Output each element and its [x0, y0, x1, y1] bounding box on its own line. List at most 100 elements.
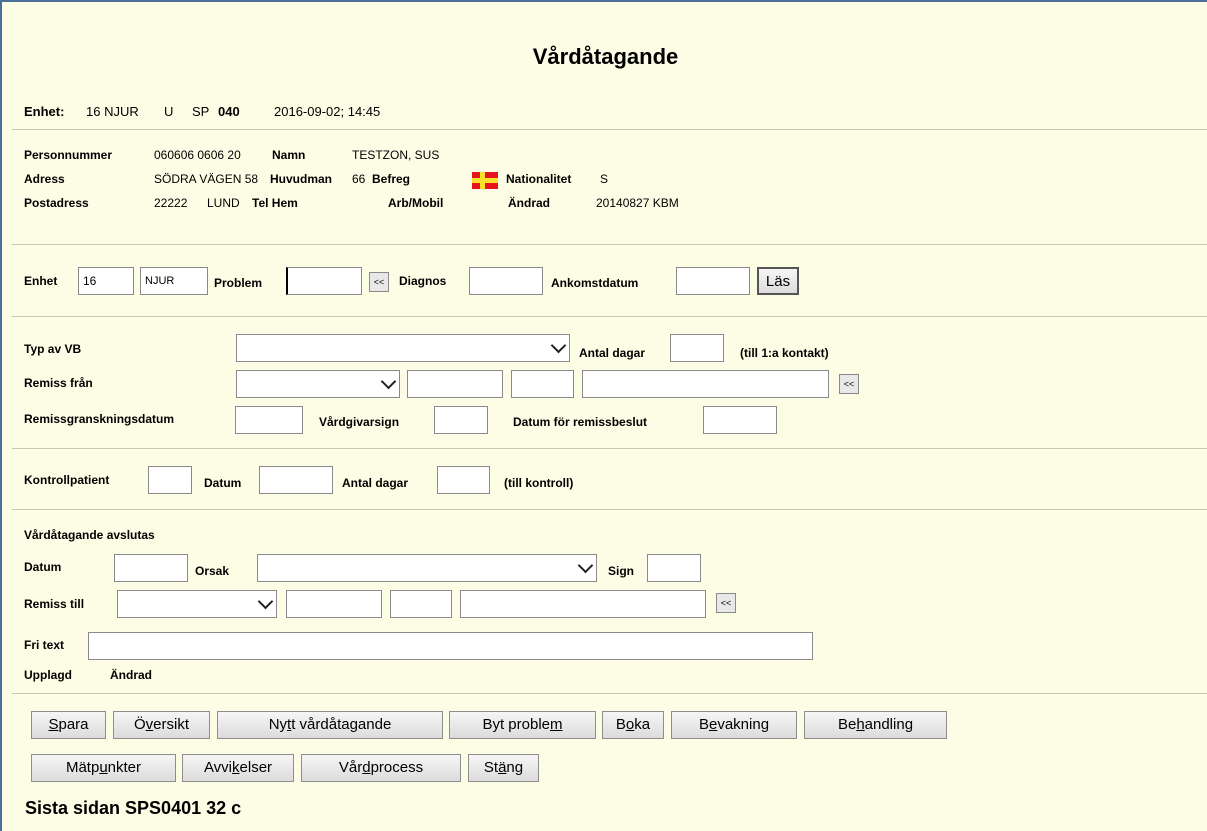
remiss-till-select[interactable]: [117, 590, 277, 618]
header-sp-label: SP: [192, 104, 210, 119]
vardgivarsign-label: Vårdgivarsign: [319, 415, 400, 429]
kontrollpatient-input[interactable]: [148, 466, 192, 494]
ort-value: LUND: [207, 196, 240, 210]
till-kontroll-text: (till kontroll): [504, 476, 574, 490]
remiss-till-label: Remiss till: [24, 597, 85, 611]
avslut-heading: Vårdåtagande avslutas: [24, 528, 155, 542]
remissbeslut-input[interactable]: [703, 406, 777, 434]
remiss-fran-back-button[interactable]: <<: [839, 374, 859, 394]
orsak-label: Orsak: [195, 564, 230, 578]
divider: [12, 129, 1207, 130]
avslut-datum-input[interactable]: [114, 554, 188, 582]
antal-dagar-label: Antal dagar: [579, 346, 646, 360]
divider: [12, 693, 1207, 694]
remiss-fran-select[interactable]: [236, 370, 400, 398]
typ-av-vb-select[interactable]: [236, 334, 570, 362]
adress-value: SÖDRA VÄGEN 58: [154, 172, 259, 186]
ankomstdatum-label: Ankomstdatum: [551, 276, 639, 290]
stang-button[interactable]: Stäng: [468, 754, 539, 782]
typ-av-vb-label: Typ av VB: [24, 342, 82, 356]
fritext-input[interactable]: [88, 632, 813, 660]
oversikt-button[interactable]: Översikt: [113, 711, 210, 739]
huvudman-value: 66: [352, 172, 366, 186]
nationalitet-label: Nationalitet: [506, 172, 572, 186]
remiss-fran-field-3[interactable]: [582, 370, 829, 398]
boka-button[interactable]: Boka: [602, 711, 664, 739]
kontroll-antal-dagar-label: Antal dagar: [342, 476, 409, 490]
remiss-till-field-2[interactable]: [390, 590, 452, 618]
namn-value: TESTZON, SUS: [352, 148, 440, 162]
divider: [12, 448, 1207, 449]
nytt-vardatagande-button[interactable]: Nytt vårdåtagande: [217, 711, 443, 739]
andrad-value: 20140827 KBM: [596, 196, 679, 210]
byt-problem-button[interactable]: Byt problem: [449, 711, 596, 739]
behandling-button[interactable]: Behandling: [804, 711, 947, 739]
avvikelser-button[interactable]: Avvikelser: [182, 754, 294, 782]
enhet-namn-input[interactable]: NJUR: [140, 267, 208, 295]
chevron-down-icon: [577, 557, 594, 574]
personnummer-value: 060606 0606 20: [154, 148, 241, 162]
bevakning-button[interactable]: Bevakning: [671, 711, 797, 739]
till-kontakt-text: (till 1:a kontakt): [740, 346, 829, 360]
header-datetime: 2016-09-02; 14:45: [274, 104, 381, 119]
header-enhet-label: Enhet:: [24, 104, 65, 119]
avslut-andrad-label: Ändrad: [110, 668, 152, 682]
las-button[interactable]: Läs: [757, 267, 799, 295]
adress-label: Adress: [24, 172, 65, 186]
kontroll-datum-label: Datum: [204, 476, 242, 490]
befreg-label: Befreg: [372, 172, 411, 186]
remiss-fran-field-2[interactable]: [511, 370, 574, 398]
antal-dagar-input[interactable]: [670, 334, 724, 362]
vardprocess-button[interactable]: Vårdprocess: [301, 754, 461, 782]
kontroll-datum-input[interactable]: [259, 466, 333, 494]
sign-input[interactable]: [647, 554, 701, 582]
ankomstdatum-input[interactable]: [676, 267, 750, 295]
kontroll-antal-dagar-input[interactable]: [437, 466, 490, 494]
personnummer-label: Personnummer: [24, 148, 113, 162]
enhet-nr-input[interactable]: 16: [78, 267, 134, 295]
chevron-down-icon: [257, 593, 274, 610]
header-sp-value: 040: [218, 104, 240, 119]
remissbeslut-label: Datum för remissbeslut: [513, 415, 648, 429]
andrad-label: Ändrad: [508, 196, 550, 210]
divider: [12, 316, 1207, 317]
last-page-text: Sista sidan SPS0401 32 c: [25, 798, 242, 818]
huvudman-label: Huvudman: [270, 172, 333, 186]
vardgivarsign-input[interactable]: [434, 406, 488, 434]
problem-input[interactable]: [286, 267, 362, 295]
chevron-down-icon: [550, 337, 567, 354]
diagnos-label: Diagnos: [399, 274, 447, 288]
problem-back-button[interactable]: <<: [369, 272, 389, 292]
arbmobil-label: Arb/Mobil: [388, 196, 444, 210]
remiss-fran-label: Remiss från: [24, 376, 93, 390]
spara-button[interactable]: Spara: [31, 711, 106, 739]
kontrollpatient-label: Kontrollpatient: [24, 473, 110, 487]
postadress-label: Postadress: [24, 196, 89, 210]
flag-icon: [472, 172, 498, 189]
remiss-till-field-3[interactable]: [460, 590, 706, 618]
divider: [12, 509, 1207, 510]
matpunkter-button[interactable]: Mätpunkter: [31, 754, 176, 782]
page-title: Vårdåtagande: [532, 44, 679, 69]
search-enhet-label: Enhet: [24, 274, 58, 288]
postnummer-value: 22222: [154, 196, 188, 210]
fritext-label: Fri text: [24, 638, 65, 652]
header-enhet-value: 16 NJUR: [86, 104, 139, 119]
problem-label: Problem: [214, 276, 263, 290]
upplagd-label: Upplagd: [24, 668, 72, 682]
diagnos-input[interactable]: [469, 267, 543, 295]
avslut-datum-label: Datum: [24, 560, 62, 574]
remiss-fran-field-1[interactable]: [407, 370, 503, 398]
header-u: U: [164, 104, 174, 119]
orsak-select[interactable]: [257, 554, 597, 582]
remissgranskningsdatum-label: Remissgranskningsdatum: [24, 412, 175, 426]
chevron-down-icon: [380, 373, 397, 390]
window-frame: Vårdåtagande Enhet: 16 NJUR U SP 040 201…: [0, 0, 1207, 831]
remissgranskningsdatum-input[interactable]: [235, 406, 303, 434]
nationalitet-value: S: [600, 172, 609, 186]
divider: [12, 244, 1207, 245]
sign-label: Sign: [608, 564, 634, 578]
namn-label: Namn: [272, 148, 306, 162]
remiss-till-back-button[interactable]: <<: [716, 593, 736, 613]
remiss-till-field-1[interactable]: [286, 590, 382, 618]
